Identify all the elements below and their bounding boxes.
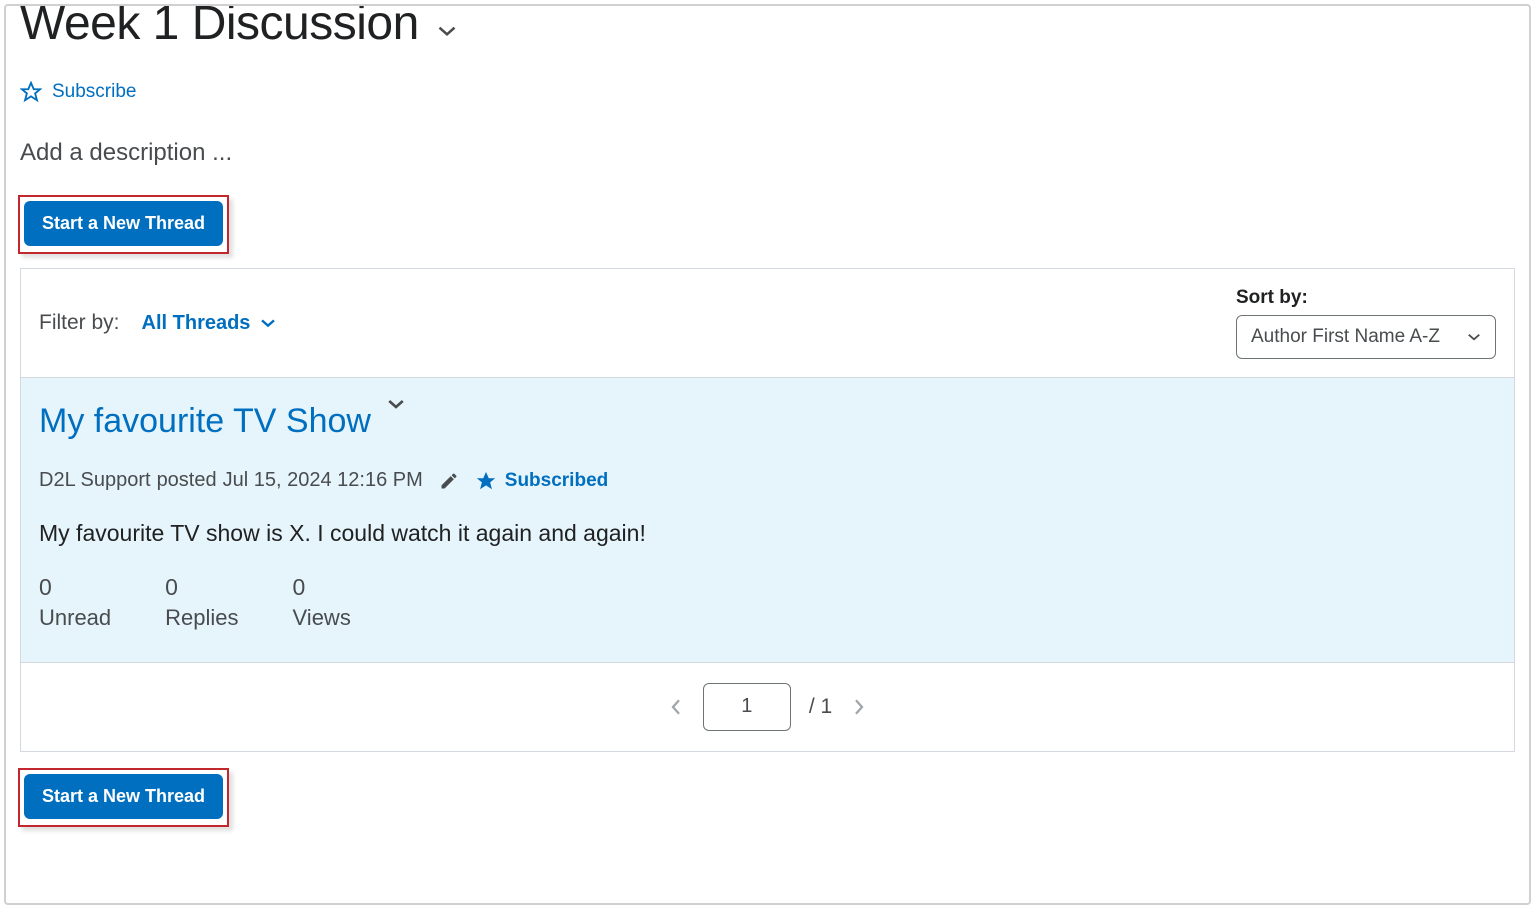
subscribed-label: Subscribed [505, 470, 608, 492]
stat-replies: 0 Replies [165, 571, 238, 634]
prev-page-icon[interactable] [667, 698, 685, 716]
stat-unread: 0 Unread [39, 571, 111, 634]
sort-by-label: Sort by: [1236, 287, 1496, 309]
thread-card: My favourite TV Show D2L Support posted … [21, 377, 1514, 662]
subscribed-toggle[interactable]: Subscribed [475, 470, 608, 492]
stat-replies-count: 0 [165, 571, 238, 603]
filter-value: All Threads [142, 312, 251, 335]
page-total: / 1 [809, 695, 832, 719]
thread-title-link[interactable]: My favourite TV Show [39, 402, 371, 441]
filter-threads-dropdown[interactable]: All Threads [142, 312, 277, 335]
pencil-icon[interactable] [439, 471, 459, 491]
next-page-icon[interactable] [850, 698, 868, 716]
thread-author: D2L Support [39, 469, 151, 492]
start-thread-highlight-top: Start a New Thread [18, 195, 229, 254]
thread-posted-at: Jul 15, 2024 12:16 PM [223, 469, 423, 492]
stat-views-count: 0 [293, 571, 351, 603]
filter-by-label: Filter by: [39, 311, 120, 335]
thread-body: My favourite TV show is X. I could watch… [39, 520, 1496, 547]
stat-replies-label: Replies [165, 603, 238, 634]
topic-menu-chevron-down-icon[interactable] [437, 24, 457, 38]
star-filled-icon [475, 470, 497, 492]
subscribe-label: Subscribe [52, 81, 137, 103]
chevron-down-icon [1467, 332, 1481, 342]
subscribe-link[interactable]: Subscribe [6, 51, 1529, 103]
sort-value: Author First Name A-Z [1251, 326, 1440, 348]
page-number-input[interactable] [703, 683, 791, 731]
start-thread-highlight-bottom: Start a New Thread [18, 768, 229, 827]
start-new-thread-button-top[interactable]: Start a New Thread [24, 201, 223, 246]
start-new-thread-button-bottom[interactable]: Start a New Thread [24, 774, 223, 819]
thread-list-panel: Filter by: All Threads Sort by: Author F… [20, 268, 1515, 752]
stat-unread-label: Unread [39, 603, 111, 634]
thread-posted-verb: posted [157, 469, 217, 492]
stat-unread-count: 0 [39, 571, 111, 603]
pagination: / 1 [21, 662, 1514, 751]
stat-views: 0 Views [293, 571, 351, 634]
star-outline-icon [20, 81, 42, 103]
stat-views-label: Views [293, 603, 351, 634]
sort-select[interactable]: Author First Name A-Z [1236, 315, 1496, 359]
description-placeholder[interactable]: Add a description ... [6, 103, 1529, 167]
filter-sort-bar: Filter by: All Threads Sort by: Author F… [21, 269, 1514, 377]
page-title: Week 1 Discussion [20, 4, 419, 51]
chevron-down-icon [260, 317, 276, 329]
thread-menu-chevron-down-icon[interactable] [387, 398, 405, 410]
